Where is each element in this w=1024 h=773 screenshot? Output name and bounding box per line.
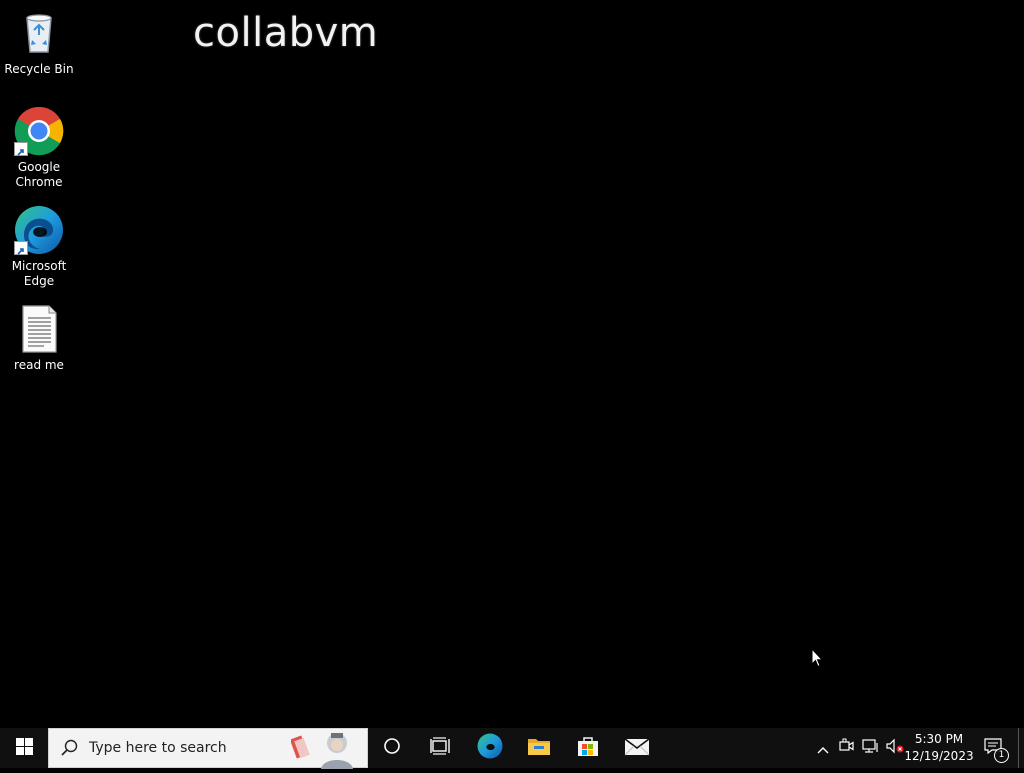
taskbar-edge-button[interactable]: [466, 728, 514, 768]
show-hidden-icons-button[interactable]: [812, 728, 834, 768]
taskbar-mail-button[interactable]: [613, 728, 661, 768]
taskbar-clock[interactable]: 5:30 PM 12/19/2023: [904, 728, 974, 768]
cortana-icon: [383, 737, 401, 759]
search-icon: [49, 739, 89, 757]
taskbar-file-explorer-button[interactable]: [515, 728, 563, 768]
desktop-icon-label: Microsoft Edge: [11, 259, 67, 288]
task-view-icon: [430, 737, 450, 759]
meet-now-icon: [839, 738, 855, 758]
chrome-icon: [14, 106, 64, 156]
mouse-cursor-icon: [811, 647, 824, 672]
desktop-icon-read-me[interactable]: read me: [2, 304, 76, 373]
file-explorer-icon: [527, 736, 551, 760]
clock-time: 5:30 PM: [914, 732, 964, 746]
shortcut-arrow-icon: [14, 142, 28, 156]
notification-count-badge: 1: [994, 748, 1009, 763]
search-highlight-illustration-icon: [289, 729, 363, 769]
shortcut-arrow-icon: [14, 241, 28, 255]
meet-now-button[interactable]: [836, 728, 858, 768]
collabvm-watermark: collabvm: [193, 10, 379, 56]
network-button[interactable]: [859, 728, 883, 768]
clock-date: 12/19/2023: [904, 749, 974, 763]
cortana-button[interactable]: [368, 728, 416, 768]
taskbar-store-button[interactable]: [564, 728, 612, 768]
start-button[interactable]: [0, 728, 48, 768]
search-placeholder: Type here to search: [89, 740, 227, 756]
edge-icon: [14, 205, 64, 255]
volume-button[interactable]: [884, 728, 906, 768]
desktop-icon-microsoft-edge[interactable]: Microsoft Edge: [2, 205, 76, 289]
taskbar: Type here to search 5:30 PM 12/19/2023 1: [0, 728, 1024, 769]
show-desktop-button[interactable]: [1018, 728, 1024, 768]
desktop-icon-recycle-bin[interactable]: Recycle Bin: [2, 8, 76, 77]
text-file-icon: [14, 304, 64, 354]
desktop[interactable]: collabvm Recycle Bin Google Chrome Micro…: [0, 0, 1024, 728]
store-icon: [576, 734, 600, 762]
mail-icon: [624, 736, 650, 760]
chevron-up-icon: [817, 739, 829, 758]
desktop-icon-label: Google Chrome: [15, 160, 63, 189]
windows-logo-icon: [15, 737, 33, 759]
desktop-icon-label: Recycle Bin: [4, 62, 74, 76]
recycle-bin-icon: [14, 8, 64, 58]
task-view-button[interactable]: [416, 728, 464, 768]
edge-icon: [477, 733, 503, 763]
taskbar-search-box[interactable]: Type here to search: [48, 728, 368, 769]
network-icon: [862, 738, 880, 758]
desktop-icon-google-chrome[interactable]: Google Chrome: [2, 106, 76, 190]
volume-muted-icon: [886, 738, 904, 758]
desktop-icon-label: read me: [14, 358, 64, 372]
